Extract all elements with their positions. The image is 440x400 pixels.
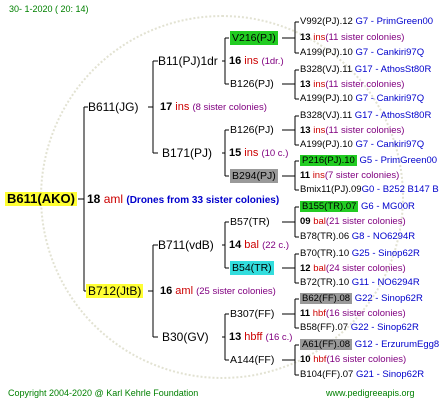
header-date: 30- 1-2020 ( 20: 14) — [9, 4, 89, 14]
g2-upper-note: (8 sister colonies) — [192, 102, 267, 113]
g4-2[interactable]: B126(PJ) — [230, 123, 274, 137]
g3-3[interactable]: B30(GV) — [162, 330, 209, 344]
g3-0[interactable]: B11(PJ)1dr — [158, 54, 218, 68]
g5-row[interactable]: B328(VJ).11 G17 - AthosSt80R — [300, 63, 431, 77]
root-year: 18 — [87, 192, 101, 206]
g5-note: 13 ins(11 sister colonies) — [300, 125, 405, 136]
g4-1[interactable]: B126(PJ) — [230, 77, 274, 91]
g5-row[interactable]: V992(PJ).12 G7 - PrimGreen00 — [300, 15, 433, 29]
g5-row[interactable]: B72(TR).10 G11 - NO6294R — [300, 276, 420, 290]
g5-row[interactable]: Bmix11(PJ).09G0 - B252 B147 B — [300, 183, 439, 197]
g5-row[interactable]: B155(TR).07 G6 - MG00R — [300, 200, 415, 214]
g5-row[interactable]: A199(PJ).10 G7 - Cankiri97Q — [300, 46, 424, 60]
g2-upper-info: 17 ins (8 sister colonies) — [160, 100, 267, 115]
g2-lower-breeder: aml — [172, 285, 194, 297]
g5-note: 13 ins(11 sister colonies) — [300, 32, 405, 43]
g5-note: 09 bal(21 sister colonies) — [300, 216, 406, 227]
g4-3[interactable]: B294(PJ) — [230, 169, 278, 183]
g3-3-info: 13 hbff (16 c.) — [229, 331, 293, 343]
g4-4[interactable]: B57(TR) — [230, 215, 270, 229]
g5-note: 11 ins(7 sister colonies) — [300, 170, 400, 181]
root-queen[interactable]: B611(AKO) — [5, 192, 77, 206]
g3-2-info: 14 bal (22 c.) — [229, 239, 289, 251]
g5-row[interactable]: B328(VJ).11 G17 - AthosSt80R — [300, 109, 431, 123]
footer-copyright: Copyright 2004-2020 @ Karl Kehrle Founda… — [8, 388, 199, 398]
root-breeder: aml — [100, 192, 124, 206]
g3-1[interactable]: B171(PJ) — [162, 146, 212, 160]
g3-2[interactable]: B711(vdB) — [158, 238, 214, 252]
g4-5[interactable]: B54(TR) — [230, 261, 274, 275]
g5-row[interactable]: B70(TR).10 G25 - Sinop62R — [300, 247, 420, 261]
g2-lower-note: (25 sister colonies) — [196, 286, 276, 297]
root-note: (Drones from 33 sister colonies) — [126, 195, 280, 206]
g3-0-info: 16 ins (1dr.) — [229, 55, 284, 67]
g5-note: 12 bal(24 sister colonies) — [300, 263, 406, 274]
g5-row[interactable]: P216(PJ).10 G5 - PrimGreen00 — [300, 154, 437, 168]
root-info: 18 aml (Drones from 33 sister colonies) — [87, 192, 279, 208]
g5-note: 10 hbf(16 sister colonies) — [300, 354, 407, 365]
g2-upper-year: 17 — [160, 101, 173, 113]
footer-url[interactable]: www.pedigreeapis.org — [326, 386, 415, 400]
g5-row[interactable]: B58(FF).07 G22 - Sinop62R — [300, 321, 419, 335]
g2-upper-breeder: ins — [172, 101, 190, 113]
g5-note: 11 hbf(16 sister colonies) — [300, 308, 406, 319]
g3-1-info: 15 ins (10 c.) — [229, 147, 289, 159]
g4-6[interactable]: B307(FF) — [230, 307, 274, 321]
g5-row[interactable]: A199(PJ).10 G7 - Cankiri97Q — [300, 92, 424, 106]
g5-row[interactable]: A61(FF).08 G12 - ErzurumEgg8 — [300, 338, 439, 352]
g2-lower[interactable]: B712(JtB) — [86, 284, 144, 298]
g5-note: 13 ins(11 sister colonies) — [300, 79, 405, 90]
g5-row[interactable]: A199(PJ).10 G7 - Cankiri97Q — [300, 138, 424, 152]
g4-7[interactable]: A144(FF) — [230, 353, 274, 367]
g2-lower-info: 16 aml (25 sister colonies) — [160, 284, 276, 299]
g2-lower-year: 16 — [160, 285, 173, 297]
pedigree-tree: 30- 1-2020 ( 20: 14) B611(AKO) 18 aml (D… — [0, 0, 440, 400]
g5-row[interactable]: B62(FF).08 G22 - Sinop62R — [300, 292, 423, 306]
g2-upper[interactable]: B611(JG) — [88, 100, 138, 114]
g5-row[interactable]: B78(TR).06 G8 - NO6294R — [300, 230, 415, 244]
g4-0[interactable]: V216(PJ) — [230, 31, 278, 45]
g5-row[interactable]: B104(FF).07 G21 - Sinop62R — [300, 368, 424, 382]
